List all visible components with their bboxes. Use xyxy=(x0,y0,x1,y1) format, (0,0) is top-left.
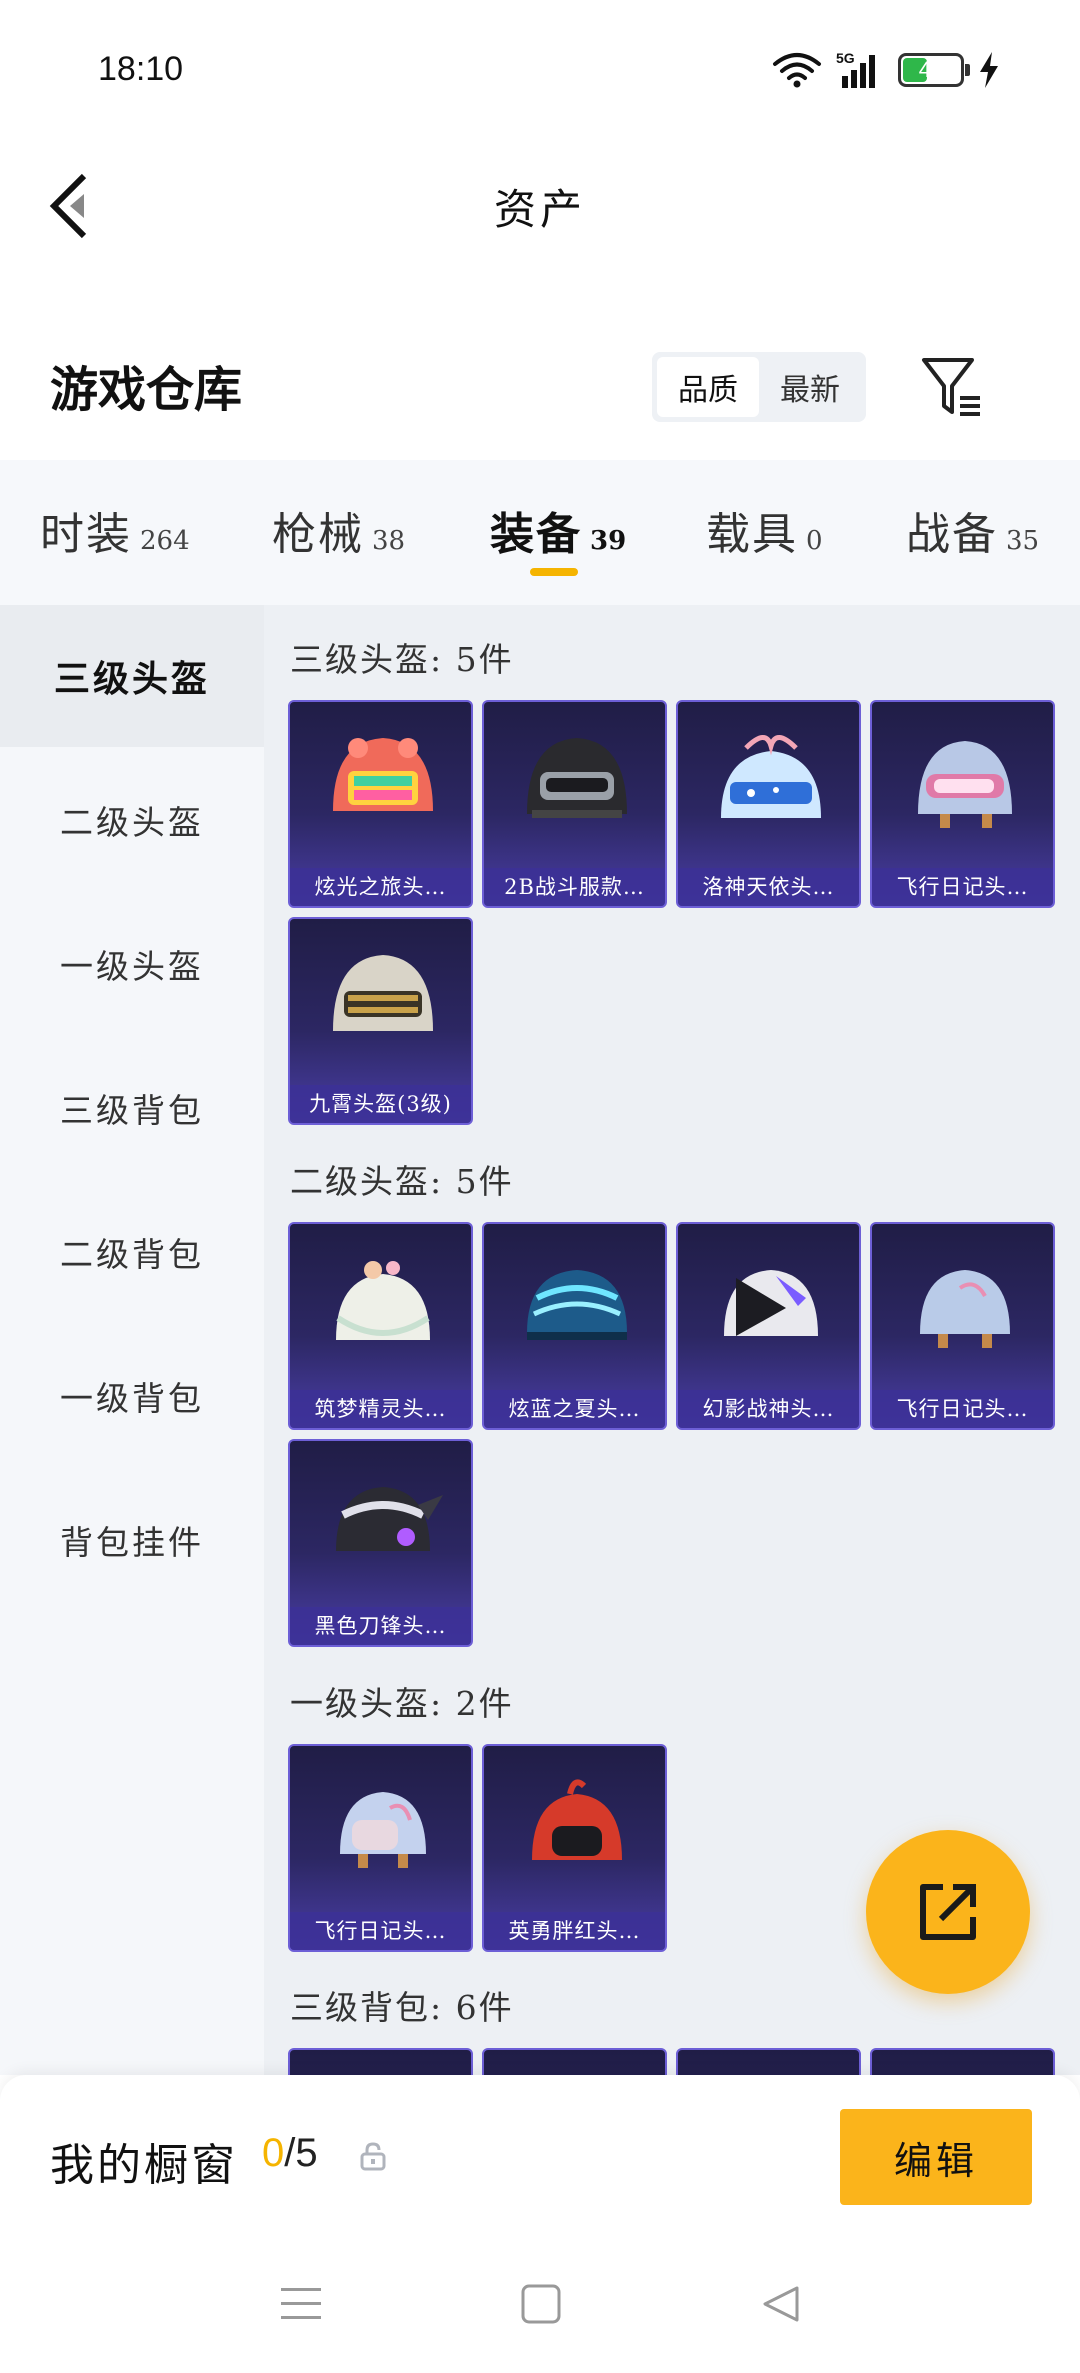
app-screen: 18:10 5G 40 资产 游戏仓库 品质 最新 时装 264 枪械 38 装… xyxy=(0,0,1080,2373)
item-card[interactable]: 筑梦精灵头… xyxy=(288,1222,473,1430)
tab-supplies[interactable]: 战备 35 xyxy=(906,498,1039,562)
item-name: 九霄头盔(3级) xyxy=(290,1085,471,1123)
share-fab-button[interactable] xyxy=(866,1830,1030,1994)
helmet-image xyxy=(678,1224,859,1392)
item-card[interactable]: 英勇胖红头… xyxy=(482,1744,667,1952)
edit-button[interactable]: 编辑 xyxy=(840,2109,1032,2205)
item-card[interactable]: 飞行日记头… xyxy=(288,1744,473,1952)
svg-text:5G: 5G xyxy=(836,50,855,66)
status-time: 18:10 xyxy=(98,50,184,88)
helmet-image xyxy=(872,1224,1053,1392)
item-name: 筑梦精灵头… xyxy=(290,1390,471,1428)
showcase-total: /5 xyxy=(284,2131,318,2175)
item-name: 英勇胖红头… xyxy=(484,1912,665,1950)
item-card[interactable]: 黑色刀锋头… xyxy=(288,1439,473,1647)
item-card[interactable]: 炫蓝之夏头… xyxy=(482,1222,667,1430)
lock-icon xyxy=(360,2142,386,2171)
active-tab-indicator xyxy=(530,568,578,576)
tab-vehicles[interactable]: 载具 0 xyxy=(706,498,823,562)
item-name: 炫光之旅头… xyxy=(290,868,471,906)
sidebar-item-level1-backpack[interactable]: 一级背包 xyxy=(0,1325,264,1467)
battery-level: 40 xyxy=(918,57,944,82)
item-card[interactable]: 飞行日记头… xyxy=(870,700,1055,908)
nav-bar: 资产 xyxy=(0,140,1080,270)
item-card[interactable]: 炫光之旅头… xyxy=(288,700,473,908)
filter-icon xyxy=(922,358,980,416)
item-card[interactable] xyxy=(676,2048,861,2075)
item-name: 黑色刀锋头… xyxy=(290,1607,471,1645)
category-tabs: 时装 264 枪械 38 装备 39 载具 0 战备 35 xyxy=(0,460,1080,605)
sort-toggle: 品质 最新 xyxy=(652,352,866,422)
sidebar-item-level2-helmet[interactable]: 二级头盔 xyxy=(0,749,264,891)
battery-icon: 40 xyxy=(898,53,970,87)
item-name: 幻影战神头… xyxy=(678,1390,859,1428)
menu-icon xyxy=(281,2288,321,2319)
item-name: 飞行日记头… xyxy=(290,1912,471,1950)
sidebar-item-level3-helmet[interactable]: 三级头盔 xyxy=(0,605,264,747)
sidebar-item-backpack-charm[interactable]: 背包挂件 xyxy=(0,1469,264,1611)
system-back-button[interactable] xyxy=(746,2269,816,2339)
recent-apps-button[interactable] xyxy=(266,2269,336,2339)
item-card[interactable]: 2B战斗服款… xyxy=(482,700,667,908)
helmet-image xyxy=(484,702,665,870)
showcase-bar: 我的橱窗 0/5 编辑 xyxy=(0,2075,1080,2235)
section-title-level3-helmet: 三级头盔: 5件 xyxy=(290,640,514,679)
item-card[interactable]: 洛神天依头… xyxy=(676,700,861,908)
showcase-current: 0 xyxy=(262,2131,285,2175)
item-card[interactable] xyxy=(482,2048,667,2075)
section-title-level3-backpack: 三级背包: 6件 xyxy=(290,1988,514,2027)
section-title-level2-helmet: 二级头盔: 5件 xyxy=(290,1162,514,1201)
tab-equipment[interactable]: 装备 39 xyxy=(490,498,626,562)
section-title-level1-helmet: 一级头盔: 2件 xyxy=(290,1684,514,1723)
sidebar-item-level2-backpack[interactable]: 二级背包 xyxy=(0,1181,264,1323)
wifi-icon xyxy=(773,53,821,88)
signal-5g-icon: 5G xyxy=(836,50,875,88)
helmet-image xyxy=(484,1746,665,1914)
item-card[interactable] xyxy=(870,2048,1055,2075)
helmet-image xyxy=(290,702,471,870)
tab-firearms[interactable]: 枪械 38 xyxy=(272,498,405,562)
item-card[interactable]: 飞行日记头… xyxy=(870,1222,1055,1430)
item-name: 炫蓝之夏头… xyxy=(484,1390,665,1428)
filter-button[interactable] xyxy=(920,354,984,418)
item-name: 飞行日记头… xyxy=(872,1390,1053,1428)
item-card[interactable] xyxy=(288,2048,473,2075)
showcase-count: 0/5 xyxy=(262,2131,318,2176)
page-title: 资产 xyxy=(493,185,586,234)
sidebar: 三级头盔 二级头盔 一级头盔 三级背包 二级背包 一级背包 背包挂件 xyxy=(0,605,264,2075)
tab-fashion[interactable]: 时装 264 xyxy=(40,498,190,562)
sidebar-item-level1-helmet[interactable]: 一级头盔 xyxy=(0,893,264,1035)
system-nav-bar xyxy=(0,2235,1080,2373)
item-name: 洛神天依头… xyxy=(678,868,859,906)
helmet-image xyxy=(290,919,471,1087)
item-card[interactable]: 幻影战神头… xyxy=(676,1222,861,1430)
helmet-image xyxy=(678,702,859,870)
helmet-image xyxy=(290,1746,471,1914)
sort-newest-button[interactable]: 最新 xyxy=(759,357,861,417)
sidebar-item-level3-backpack[interactable]: 三级背包 xyxy=(0,1037,264,1179)
item-card[interactable]: 九霄头盔(3级) xyxy=(288,917,473,1125)
triangle-back-icon xyxy=(763,2286,799,2322)
warehouse-header: 游戏仓库 品质 最新 xyxy=(0,330,1080,460)
status-icons: 5G 40 xyxy=(772,48,1000,92)
warehouse-title: 游戏仓库 xyxy=(50,362,243,418)
item-name: 飞行日记头… xyxy=(872,868,1053,906)
showcase-label: 我的橱窗 xyxy=(50,2140,238,2191)
share-icon xyxy=(920,1884,976,1940)
home-button[interactable] xyxy=(506,2269,576,2339)
home-square-icon xyxy=(521,2284,561,2324)
sort-quality-button[interactable]: 品质 xyxy=(657,357,759,417)
helmet-image xyxy=(290,1224,471,1392)
status-bar: 18:10 5G 40 xyxy=(0,0,1080,140)
helmet-image xyxy=(290,1441,471,1609)
helmet-image xyxy=(484,1224,665,1392)
item-name: 2B战斗服款… xyxy=(484,868,665,906)
helmet-image xyxy=(872,702,1053,870)
charging-icon xyxy=(980,52,998,88)
